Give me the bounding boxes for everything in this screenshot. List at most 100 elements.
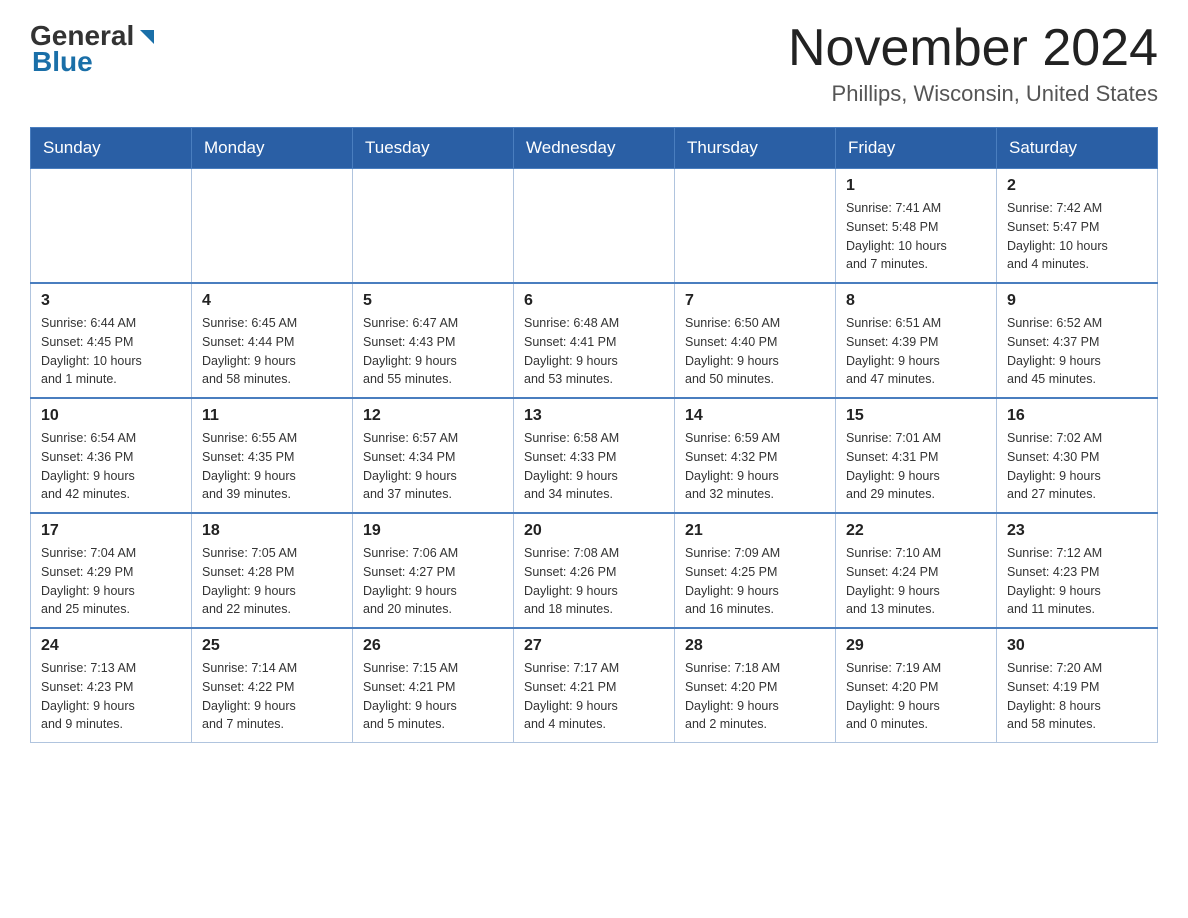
weekday-header-thursday: Thursday (675, 128, 836, 169)
month-title: November 2024 (788, 20, 1158, 77)
day-info: Sunrise: 6:58 AM Sunset: 4:33 PM Dayligh… (524, 429, 664, 504)
title-section: November 2024 Phillips, Wisconsin, Unite… (788, 20, 1158, 107)
day-info: Sunrise: 7:10 AM Sunset: 4:24 PM Dayligh… (846, 544, 986, 619)
day-number: 12 (363, 407, 503, 425)
calendar-cell: 30 Sunrise: 7:20 AM Sunset: 4:19 PM Dayli… (997, 628, 1158, 743)
weekday-header-saturday: Saturday (997, 128, 1158, 169)
day-info: Sunrise: 7:14 AM Sunset: 4:22 PM Dayligh… (202, 659, 342, 734)
calendar-week-2: 3Sunrise: 6:44 AM Sunset: 4:45 PM Daylig… (31, 283, 1158, 398)
calendar-cell: 25 Sunrise: 7:14 AM Sunset: 4:22 PM Dayli… (192, 628, 353, 743)
calendar-cell: 5 Sunrise: 6:47 AM Sunset: 4:43 PM Daylig… (353, 283, 514, 398)
calendar-cell: 3Sunrise: 6:44 AM Sunset: 4:45 PM Daylig… (31, 283, 192, 398)
day-info: Sunrise: 7:41 AM Sunset: 5:48 PM Dayligh… (846, 199, 986, 274)
calendar-cell: 14Sunrise: 6:59 AM Sunset: 4:32 PM Dayli… (675, 398, 836, 513)
day-number: 22 (846, 522, 986, 540)
day-info: Sunrise: 6:51 AM Sunset: 4:39 PM Dayligh… (846, 314, 986, 389)
day-info: Sunrise: 6:52 AM Sunset: 4:37 PM Dayligh… (1007, 314, 1147, 389)
calendar-table: SundayMondayTuesdayWednesdayThursdayFrid… (30, 127, 1158, 743)
day-number: 29 (846, 637, 986, 655)
day-info: Sunrise: 6:55 AM Sunset: 4:35 PM Dayligh… (202, 429, 342, 504)
calendar-cell: 8Sunrise: 6:51 AM Sunset: 4:39 PM Daylig… (836, 283, 997, 398)
calendar-cell: 22 Sunrise: 7:10 AM Sunset: 4:24 PM Dayli… (836, 513, 997, 628)
calendar-cell (514, 169, 675, 284)
logo-blue-text: Blue (30, 46, 93, 78)
calendar-cell: 24 Sunrise: 7:13 AM Sunset: 4:23 PM Dayli… (31, 628, 192, 743)
calendar-cell: 20 Sunrise: 7:08 AM Sunset: 4:26 PM Dayli… (514, 513, 675, 628)
weekday-header-row: SundayMondayTuesdayWednesdayThursdayFrid… (31, 128, 1158, 169)
weekday-header-monday: Monday (192, 128, 353, 169)
day-info: Sunrise: 7:17 AM Sunset: 4:21 PM Dayligh… (524, 659, 664, 734)
day-info: Sunrise: 6:59 AM Sunset: 4:32 PM Dayligh… (685, 429, 825, 504)
calendar-cell (31, 169, 192, 284)
calendar-cell: 13 Sunrise: 6:58 AM Sunset: 4:33 PM Dayli… (514, 398, 675, 513)
day-number: 24 (41, 637, 181, 655)
day-number: 23 (1007, 522, 1147, 540)
day-info: Sunrise: 7:18 AM Sunset: 4:20 PM Dayligh… (685, 659, 825, 734)
day-info: Sunrise: 7:19 AM Sunset: 4:20 PM Dayligh… (846, 659, 986, 734)
day-info: Sunrise: 6:45 AM Sunset: 4:44 PM Dayligh… (202, 314, 342, 389)
day-number: 17 (41, 522, 181, 540)
calendar-cell: 11Sunrise: 6:55 AM Sunset: 4:35 PM Dayli… (192, 398, 353, 513)
day-info: Sunrise: 7:01 AM Sunset: 4:31 PM Dayligh… (846, 429, 986, 504)
calendar-cell: 16 Sunrise: 7:02 AM Sunset: 4:30 PM Dayli… (997, 398, 1158, 513)
calendar-cell: 9 Sunrise: 6:52 AM Sunset: 4:37 PM Daylig… (997, 283, 1158, 398)
day-number: 7 (685, 292, 825, 310)
day-info: Sunrise: 7:42 AM Sunset: 5:47 PM Dayligh… (1007, 199, 1147, 274)
day-info: Sunrise: 7:06 AM Sunset: 4:27 PM Dayligh… (363, 544, 503, 619)
day-number: 28 (685, 637, 825, 655)
day-number: 3 (41, 292, 181, 310)
day-number: 30 (1007, 637, 1147, 655)
day-number: 2 (1007, 177, 1147, 195)
weekday-header-wednesday: Wednesday (514, 128, 675, 169)
day-info: Sunrise: 7:09 AM Sunset: 4:25 PM Dayligh… (685, 544, 825, 619)
day-number: 26 (363, 637, 503, 655)
day-number: 21 (685, 522, 825, 540)
day-number: 20 (524, 522, 664, 540)
day-info: Sunrise: 6:54 AM Sunset: 4:36 PM Dayligh… (41, 429, 181, 504)
day-info: Sunrise: 7:02 AM Sunset: 4:30 PM Dayligh… (1007, 429, 1147, 504)
calendar-week-4: 17 Sunrise: 7:04 AM Sunset: 4:29 PM Dayli… (31, 513, 1158, 628)
calendar-cell: 26 Sunrise: 7:15 AM Sunset: 4:21 PM Dayli… (353, 628, 514, 743)
calendar-cell (353, 169, 514, 284)
weekday-header-tuesday: Tuesday (353, 128, 514, 169)
calendar-cell: 15 Sunrise: 7:01 AM Sunset: 4:31 PM Dayli… (836, 398, 997, 513)
calendar-week-1: 1 Sunrise: 7:41 AM Sunset: 5:48 PM Daylig… (31, 169, 1158, 284)
day-number: 19 (363, 522, 503, 540)
day-info: Sunrise: 6:47 AM Sunset: 4:43 PM Dayligh… (363, 314, 503, 389)
day-number: 13 (524, 407, 664, 425)
location-text: Phillips, Wisconsin, United States (788, 81, 1158, 107)
day-number: 25 (202, 637, 342, 655)
day-info: Sunrise: 7:04 AM Sunset: 4:29 PM Dayligh… (41, 544, 181, 619)
calendar-cell: 29 Sunrise: 7:19 AM Sunset: 4:20 PM Dayli… (836, 628, 997, 743)
calendar-cell: 23 Sunrise: 7:12 AM Sunset: 4:23 PM Dayli… (997, 513, 1158, 628)
day-number: 16 (1007, 407, 1147, 425)
calendar-cell: 6 Sunrise: 6:48 AM Sunset: 4:41 PM Daylig… (514, 283, 675, 398)
weekday-header-friday: Friday (836, 128, 997, 169)
day-number: 4 (202, 292, 342, 310)
calendar-cell: 21 Sunrise: 7:09 AM Sunset: 4:25 PM Dayli… (675, 513, 836, 628)
calendar-cell: 19 Sunrise: 7:06 AM Sunset: 4:27 PM Dayli… (353, 513, 514, 628)
day-number: 9 (1007, 292, 1147, 310)
calendar-cell: 17 Sunrise: 7:04 AM Sunset: 4:29 PM Dayli… (31, 513, 192, 628)
day-info: Sunrise: 7:20 AM Sunset: 4:19 PM Dayligh… (1007, 659, 1147, 734)
day-number: 5 (363, 292, 503, 310)
calendar-week-5: 24 Sunrise: 7:13 AM Sunset: 4:23 PM Dayli… (31, 628, 1158, 743)
day-info: Sunrise: 7:12 AM Sunset: 4:23 PM Dayligh… (1007, 544, 1147, 619)
calendar-body: 1 Sunrise: 7:41 AM Sunset: 5:48 PM Daylig… (31, 169, 1158, 743)
calendar-cell: 1 Sunrise: 7:41 AM Sunset: 5:48 PM Daylig… (836, 169, 997, 284)
day-number: 18 (202, 522, 342, 540)
calendar-cell (192, 169, 353, 284)
day-number: 1 (846, 177, 986, 195)
day-info: Sunrise: 6:50 AM Sunset: 4:40 PM Dayligh… (685, 314, 825, 389)
day-info: Sunrise: 7:13 AM Sunset: 4:23 PM Dayligh… (41, 659, 181, 734)
day-info: Sunrise: 7:05 AM Sunset: 4:28 PM Dayligh… (202, 544, 342, 619)
calendar-cell: 10 Sunrise: 6:54 AM Sunset: 4:36 PM Dayli… (31, 398, 192, 513)
page-header: General Blue November 2024 Phillips, Wis… (30, 20, 1158, 107)
day-number: 6 (524, 292, 664, 310)
day-number: 10 (41, 407, 181, 425)
day-info: Sunrise: 6:48 AM Sunset: 4:41 PM Dayligh… (524, 314, 664, 389)
day-number: 15 (846, 407, 986, 425)
day-info: Sunrise: 7:08 AM Sunset: 4:26 PM Dayligh… (524, 544, 664, 619)
calendar-cell: 2 Sunrise: 7:42 AM Sunset: 5:47 PM Daylig… (997, 169, 1158, 284)
day-info: Sunrise: 7:15 AM Sunset: 4:21 PM Dayligh… (363, 659, 503, 734)
